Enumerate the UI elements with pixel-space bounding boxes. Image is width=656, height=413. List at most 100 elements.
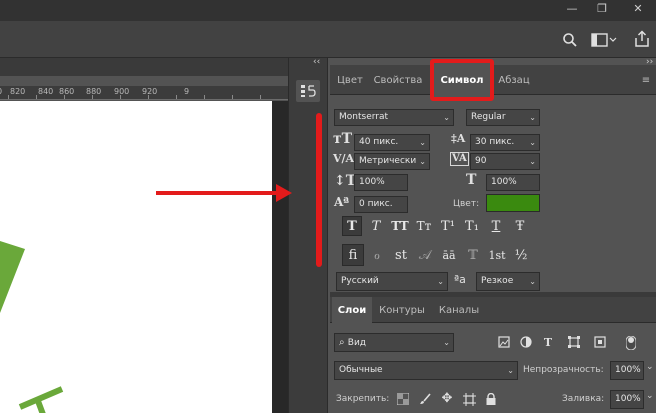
opacity-value: 100% bbox=[615, 365, 641, 375]
anti-alias-select[interactable]: Резкое ⌄ bbox=[476, 272, 540, 291]
blend-mode-value: Обычные bbox=[339, 365, 383, 375]
tracking-icon: VA bbox=[450, 152, 469, 166]
search-icon[interactable] bbox=[560, 30, 580, 50]
opacity-dropdown-icon[interactable]: ⌄ bbox=[646, 362, 654, 372]
horizontal-scale-field[interactable]: 100% bbox=[486, 174, 540, 191]
ordinals-button[interactable]: 1st bbox=[486, 244, 508, 266]
vertical-scale-value: 100% bbox=[359, 177, 385, 187]
annotation-highlight-box bbox=[430, 59, 494, 101]
workspace-icon[interactable] bbox=[591, 30, 617, 50]
font-family-select[interactable]: Montserrat ⌄ bbox=[334, 109, 454, 126]
opacity-label: Непрозрачность: bbox=[523, 365, 604, 375]
subscript-button[interactable]: T₁ bbox=[462, 216, 482, 236]
fractions-button[interactable]: ½ bbox=[510, 244, 532, 266]
color-label: Цвет: bbox=[453, 199, 480, 209]
fill-field[interactable]: 100% bbox=[610, 390, 644, 409]
ruler-tick-label: 860 bbox=[59, 87, 75, 96]
small-caps-button[interactable]: Tт bbox=[414, 216, 434, 236]
lock-position-move-icon[interactable]: ✥ bbox=[439, 390, 455, 406]
font-style-select[interactable]: Regular ⌄ bbox=[466, 109, 540, 126]
minimize-button[interactable]: — bbox=[560, 0, 584, 16]
baseline-shift-field[interactable]: 0 пикс. bbox=[354, 196, 408, 213]
tracking-value: 90 bbox=[475, 156, 487, 166]
language-select[interactable]: Русский ⌄ bbox=[336, 272, 448, 291]
leading-icon: ‡A bbox=[451, 132, 466, 145]
blend-mode-select[interactable]: Обычные ⌄ bbox=[334, 361, 518, 380]
ruler-tick-label: 900 bbox=[114, 87, 130, 96]
kerning-value: Метрически bbox=[359, 156, 417, 166]
ruler-tick-label: 9 bbox=[184, 87, 190, 96]
filter-adjustment-icon[interactable] bbox=[518, 334, 534, 350]
faux-bold-button[interactable]: T bbox=[342, 216, 362, 236]
superscript-button[interactable]: T¹ bbox=[438, 216, 458, 236]
annotation-red-bar bbox=[316, 113, 322, 267]
panel-menu-icon[interactable]: ≡ bbox=[638, 65, 654, 95]
kerning-icon: V/A bbox=[333, 152, 355, 165]
fill-dropdown-icon[interactable]: ⌄ bbox=[646, 391, 654, 401]
filter-pixel-icon[interactable] bbox=[496, 334, 512, 350]
leading-value: 30 пикс. bbox=[475, 137, 515, 147]
stylistic-alternates-button[interactable]: āā bbox=[438, 244, 460, 266]
ruler-tick-label: 920 bbox=[142, 87, 158, 96]
panel-dock-strip: ‹‹ bbox=[288, 57, 328, 413]
horizontal-ruler: 0 820 840 860 880 900 920 9 bbox=[0, 86, 288, 100]
fill-label: Заливка: bbox=[562, 394, 605, 404]
strikethrough-button[interactable]: Ŧ bbox=[510, 216, 530, 236]
font-size-field[interactable]: 40 пикс. ⌄ bbox=[354, 134, 430, 151]
ruler-tick-label: 0 bbox=[0, 87, 2, 96]
vertical-scale-icon: ↕T bbox=[334, 173, 357, 189]
layer-filter-select[interactable]: ⌕ Вид ⌄ bbox=[334, 333, 454, 352]
filter-type-icon[interactable]: T bbox=[540, 334, 556, 350]
layer-filter-value: Вид bbox=[347, 338, 367, 348]
document-canvas[interactable] bbox=[0, 101, 272, 413]
ruler-tick-label: 880 bbox=[86, 87, 102, 96]
tab-paragraph[interactable]: Абзац bbox=[492, 65, 536, 95]
annotation-arrow-shaft bbox=[156, 191, 282, 195]
underline-button[interactable]: T bbox=[486, 216, 506, 236]
text-color-swatch[interactable] bbox=[486, 194, 540, 212]
anti-alias-value: Резкое bbox=[481, 276, 514, 286]
ligatures-button[interactable]: fi bbox=[342, 244, 364, 266]
tab-properties[interactable]: Свойства bbox=[366, 65, 430, 95]
canvas-artwork bbox=[0, 241, 64, 413]
options-bar bbox=[0, 21, 656, 58]
discretionary-ligatures-button[interactable]: st bbox=[390, 244, 412, 266]
horizontal-scale-value: 100% bbox=[491, 177, 517, 187]
annotation-arrow-head bbox=[276, 184, 292, 202]
font-family-value: Montserrat bbox=[339, 112, 389, 122]
baseline-shift-value: 0 пикс. bbox=[359, 199, 393, 209]
tab-layers[interactable]: Слои bbox=[332, 297, 372, 324]
tab-color[interactable]: Цвет bbox=[334, 65, 366, 95]
faux-italic-button[interactable]: T bbox=[366, 216, 386, 236]
tracking-field[interactable]: 90 ⌄ bbox=[470, 153, 540, 170]
close-button[interactable]: ✕ bbox=[626, 0, 650, 16]
leading-field[interactable]: 30 пикс. ⌄ bbox=[470, 134, 540, 151]
filter-shape-icon[interactable] bbox=[566, 334, 582, 350]
filter-smart-object-icon[interactable] bbox=[592, 334, 608, 350]
share-icon[interactable] bbox=[632, 29, 652, 49]
lock-transparent-icon[interactable] bbox=[395, 391, 411, 407]
restore-button[interactable]: ❐ bbox=[590, 0, 614, 16]
all-caps-button[interactable]: TT bbox=[390, 216, 410, 236]
horizontal-scale-icon: T bbox=[466, 172, 477, 188]
lock-label: Закрепить: bbox=[336, 394, 390, 404]
lock-pixels-brush-icon[interactable] bbox=[417, 391, 433, 407]
lock-artboard-icon[interactable] bbox=[461, 391, 477, 407]
collapse-dock-icon[interactable]: ‹‹ bbox=[313, 57, 320, 67]
old-style-button[interactable]: ℴ bbox=[366, 244, 388, 266]
swash-button[interactable]: 𝒜 bbox=[414, 244, 436, 266]
language-value: Русский bbox=[341, 276, 379, 286]
vertical-scale-field[interactable]: 100% bbox=[354, 174, 408, 191]
document-tab-strip bbox=[0, 58, 288, 76]
ruler-tick-label: 820 bbox=[10, 87, 26, 96]
tab-paths[interactable]: Контуры bbox=[374, 297, 430, 323]
title-bar: — ❐ ✕ bbox=[0, 0, 656, 21]
anti-alias-icon: ªa bbox=[454, 273, 466, 286]
character-panel-icon[interactable] bbox=[296, 80, 320, 102]
titling-alternates-button[interactable]: 𝕋 bbox=[462, 244, 484, 266]
lock-all-icon[interactable] bbox=[483, 391, 499, 407]
filter-toggle-icon[interactable] bbox=[624, 333, 638, 352]
opacity-field[interactable]: 100% bbox=[610, 361, 644, 380]
kerning-select[interactable]: Метрически ⌄ bbox=[354, 153, 430, 170]
tab-channels[interactable]: Каналы bbox=[434, 297, 484, 323]
